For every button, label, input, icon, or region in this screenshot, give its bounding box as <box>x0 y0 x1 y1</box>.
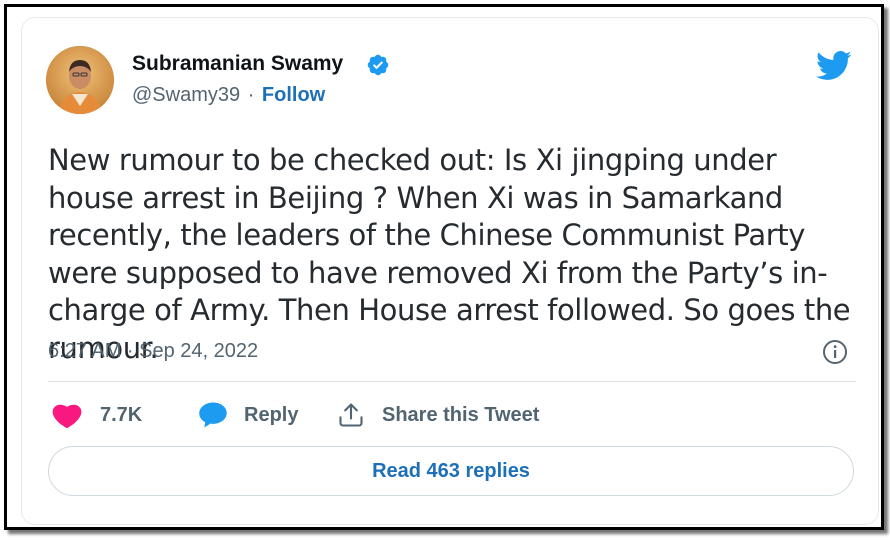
reply-label: Reply <box>244 403 299 426</box>
read-replies-label: Read 463 replies <box>372 459 530 482</box>
heart-icon <box>52 404 82 429</box>
share-button[interactable]: Share this Tweet <box>336 398 539 432</box>
like-count: 7.7K <box>100 403 143 426</box>
tweet-card: Subramanian Swamy @Swamy39 · Follow New … <box>21 17 879 525</box>
tweet-timestamp[interactable]: 6:27 AM · Sep 24, 2022 <box>48 340 258 363</box>
author-name[interactable]: Subramanian Swamy <box>132 52 343 76</box>
author-handle[interactable]: @Swamy39 <box>132 84 240 106</box>
avatar[interactable] <box>46 46 114 114</box>
reply-button[interactable]: Reply <box>198 398 298 432</box>
share-label: Share this Tweet <box>382 403 540 426</box>
verified-badge-icon <box>367 54 389 76</box>
screenshot-frame: Subramanian Swamy @Swamy39 · Follow New … <box>4 4 884 530</box>
twitter-bird-icon[interactable] <box>816 51 852 81</box>
tweet-text: New rumour to be checked out: Is Xi jing… <box>48 143 851 365</box>
handle-row: @Swamy39 · Follow <box>132 84 325 107</box>
info-icon[interactable] <box>822 339 848 365</box>
speech-bubble-icon <box>199 402 227 428</box>
read-replies-button[interactable]: Read 463 replies <box>48 446 854 496</box>
follow-button[interactable]: Follow <box>262 84 325 106</box>
like-button[interactable]: 7.7K <box>52 398 142 432</box>
separator-dot: · <box>247 84 255 106</box>
share-upload-icon <box>339 403 363 427</box>
divider <box>48 381 856 382</box>
